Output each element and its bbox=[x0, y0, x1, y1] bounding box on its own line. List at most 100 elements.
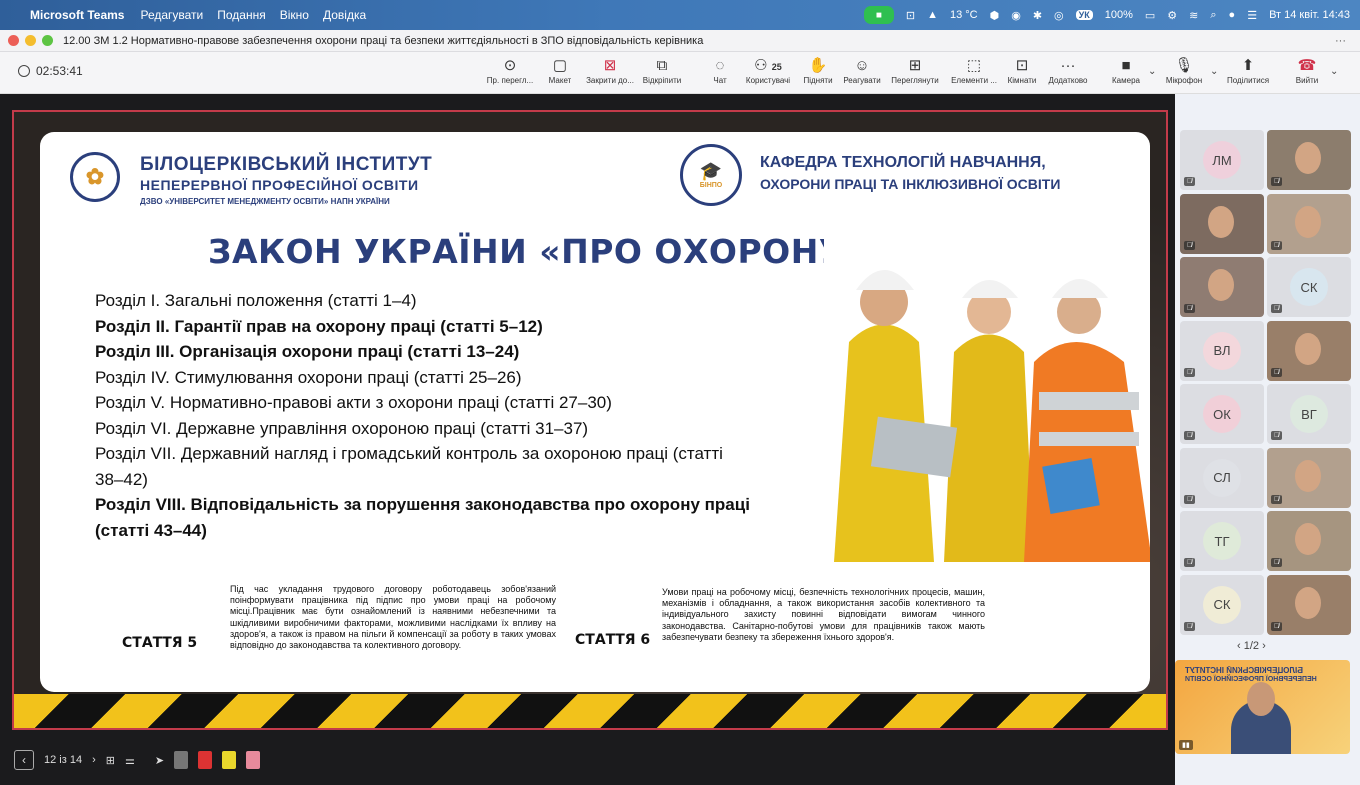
more-button[interactable]: ··· Додатково bbox=[1038, 56, 1098, 85]
participant-tile[interactable]: 🎙̸ bbox=[1267, 320, 1351, 381]
mic-muted-icon: 🎙̸ bbox=[1184, 177, 1196, 186]
battery-icon[interactable]: ▭ bbox=[1145, 9, 1155, 22]
menubar: Microsoft Teams Редагувати Подання Вікно… bbox=[0, 0, 1360, 30]
mic-muted-icon: 🎙̸ bbox=[1271, 367, 1283, 377]
article-6-label: СТАТТЯ 6 bbox=[575, 632, 651, 648]
mic-button[interactable]: 🎙 Мікрофон bbox=[1154, 56, 1214, 85]
slide-card: ✿ БІЛОЦЕРКІВСЬКИЙ ІНСТИТУТ НЕПЕРЕРВНОЇ П… bbox=[40, 132, 1150, 692]
avatar: ОК bbox=[1203, 395, 1241, 433]
control-icon[interactable]: ⚙ bbox=[1167, 9, 1177, 22]
participant-tile[interactable]: ТГ 🎙̸ bbox=[1180, 511, 1264, 571]
presenter-preview[interactable]: БІЛОЦЕРКІВСЬКИЙ ІНСТИТУТ НЕПЕРЕРВНОЇ ПРО… bbox=[1175, 660, 1350, 754]
more-icon: ··· bbox=[1060, 57, 1076, 74]
meeting-timer: 02:53:41 bbox=[18, 64, 83, 78]
camera-button[interactable]: ■ Камера bbox=[1096, 56, 1156, 85]
slide-counter: 12 із 14 bbox=[44, 754, 83, 766]
rooms-icon: ⊡ bbox=[1015, 57, 1029, 74]
leave-chevron-down-icon[interactable]: ⌄ bbox=[1330, 66, 1338, 77]
law-section: Розділ VII. Державний нагляд і громадськ… bbox=[95, 444, 723, 489]
prev-slide-button[interactable]: ‹ bbox=[14, 750, 34, 770]
red-pen-icon[interactable] bbox=[198, 751, 213, 769]
react-button[interactable]: ☺ Реагувати bbox=[832, 56, 892, 85]
people-icon: ⚇ 25 bbox=[754, 57, 782, 74]
shield-app-icon[interactable]: ⬢ bbox=[990, 9, 1000, 22]
participant-video bbox=[1295, 332, 1321, 365]
participant-video bbox=[1295, 523, 1321, 555]
app-menu[interactable]: Microsoft Teams bbox=[30, 8, 124, 22]
meeting-toolbar: 02:53:41 ⊙ Пр. перегл... ▢ Макет ⊠ Закрити … bbox=[0, 52, 1360, 94]
menu-edit[interactable]: Редагувати bbox=[140, 8, 203, 22]
screen-share-icon[interactable]: ⊡ bbox=[906, 9, 915, 22]
participant-tile[interactable]: ОК 🎙̸ bbox=[1180, 384, 1264, 444]
unpin-button[interactable]: ⧉ Відкріпити bbox=[632, 56, 692, 85]
pointer-icon[interactable]: ➤ bbox=[155, 754, 164, 767]
participant-video bbox=[1208, 269, 1234, 301]
leave-icon: ☎ bbox=[1297, 57, 1317, 74]
participants-pager[interactable]: ‹ 1/2 › bbox=[1237, 640, 1266, 652]
control-center-icon[interactable]: ☰ bbox=[1247, 9, 1257, 22]
wifi-icon[interactable]: ≋ bbox=[1189, 9, 1198, 22]
maximize-window-icon[interactable] bbox=[42, 35, 53, 46]
next-slide-icon[interactable]: › bbox=[92, 754, 96, 766]
participant-tile[interactable]: 🎙̸ bbox=[1267, 130, 1351, 190]
menu-window[interactable]: Вікно bbox=[280, 8, 309, 22]
view-grid-button[interactable]: ⊞ Переглянути bbox=[885, 56, 945, 85]
weather-icon[interactable]: ▲ bbox=[927, 9, 938, 21]
preview-subtext: НЕПЕРЕРВНОЇ ПРОФЕСІЙНОЇ ОСВІТИ bbox=[1185, 676, 1317, 683]
eraser-icon[interactable] bbox=[246, 751, 261, 769]
participant-tile[interactable]: ЛМ 🎙̸ bbox=[1180, 130, 1264, 190]
input-language[interactable]: УК bbox=[1075, 10, 1093, 20]
participant-tile[interactable]: 🎙̸ bbox=[1180, 257, 1264, 317]
share-button[interactable]: ⬆ Поділитися bbox=[1218, 56, 1278, 85]
participant-tile[interactable]: 🎙̸ bbox=[1267, 511, 1351, 571]
law-section: Розділ IV. Стимулювання охорони праці (с… bbox=[95, 367, 522, 387]
mic-muted-icon: 🎙̸ bbox=[1271, 431, 1283, 440]
mic-muted-icon: 🎙̸ bbox=[1184, 558, 1196, 567]
vpn-icon[interactable]: ◉ bbox=[1011, 9, 1021, 22]
leave-button[interactable]: ☎ Вийти bbox=[1277, 56, 1337, 85]
menu-help[interactable]: Довідка bbox=[323, 8, 366, 22]
participant-tile[interactable]: СЛ 🎙̸ bbox=[1180, 447, 1264, 508]
law-section: Розділ III. Організація охорони праці (с… bbox=[95, 342, 520, 361]
meeting-indicator-icon[interactable]: ■ bbox=[863, 6, 894, 24]
participant-tile[interactable]: ВГ 🎙̸ bbox=[1267, 384, 1351, 444]
participant-video bbox=[1295, 205, 1321, 238]
participant-tile[interactable]: СК 🎙̸ bbox=[1180, 574, 1264, 635]
raise-hand-icon: ✋ bbox=[808, 57, 828, 74]
participant-tile[interactable]: 🎙̸ bbox=[1180, 193, 1264, 254]
layout-icon: ▢ bbox=[552, 57, 568, 74]
department-logo-icon: 🎓 БІНПО bbox=[680, 144, 742, 206]
department-name-line1: КАФЕДРА ТЕХНОЛОГІЙ НАВЧАННЯ, bbox=[760, 154, 1046, 171]
participant-tile[interactable]: 🎙̸ bbox=[1267, 193, 1351, 254]
react-icon: ☺ bbox=[854, 57, 870, 74]
minimize-window-icon[interactable] bbox=[25, 35, 36, 46]
window-more-icon[interactable]: ··· bbox=[1335, 35, 1346, 47]
clock-icon[interactable]: ◎ bbox=[1054, 9, 1064, 22]
participant-tile[interactable]: ВЛ 🎙̸ bbox=[1180, 320, 1264, 381]
record-icon[interactable]: ● bbox=[1229, 9, 1236, 21]
participant-tile[interactable]: 🎙̸ bbox=[1267, 447, 1351, 508]
avatar: СЛ bbox=[1203, 458, 1241, 497]
close-window-icon[interactable] bbox=[8, 35, 19, 46]
highlighter-icon[interactable] bbox=[222, 751, 237, 769]
menu-view[interactable]: Подання bbox=[217, 8, 265, 22]
law-section: Розділ I. Загальні положення (статті 1–4… bbox=[95, 291, 417, 310]
institute-subname: НЕПЕРЕРВНОЇ ПРОФЕСІЙНОЇ ОСВІТИ bbox=[140, 177, 419, 193]
window-titlebar: 12.00 ЗМ 1.2 Нормативно-правове забезпеч… bbox=[0, 30, 1360, 52]
mic-muted-icon: 🎙̸ bbox=[1184, 367, 1196, 377]
menubar-clock[interactable]: Вт 14 квіт. 14:43 bbox=[1269, 9, 1350, 21]
spotlight-icon[interactable]: ⌕ bbox=[1210, 9, 1216, 22]
shield-icon bbox=[18, 65, 30, 77]
grid-view-icon[interactable]: ⊞ bbox=[106, 754, 115, 767]
bluetooth-icon[interactable]: ✱ bbox=[1033, 9, 1042, 22]
participant-video bbox=[1295, 586, 1321, 619]
participant-video bbox=[1295, 459, 1321, 492]
mic-muted-icon: 🎙̸ bbox=[1184, 621, 1196, 631]
institute-affiliation: ДЗВО «УНІВЕРСИТЕТ МЕНЕДЖМЕНТУ ОСВІТИ» НА… bbox=[140, 197, 390, 206]
pen-icon[interactable] bbox=[174, 751, 189, 769]
participant-tile[interactable]: 🎙̸ bbox=[1267, 574, 1351, 635]
close-share-button[interactable]: ⊠ Закрити до... bbox=[580, 56, 640, 85]
settings-slider-icon[interactable]: ⚌ bbox=[125, 754, 135, 767]
participant-video bbox=[1295, 142, 1321, 174]
participant-tile[interactable]: СК 🎙̸ bbox=[1267, 257, 1351, 317]
